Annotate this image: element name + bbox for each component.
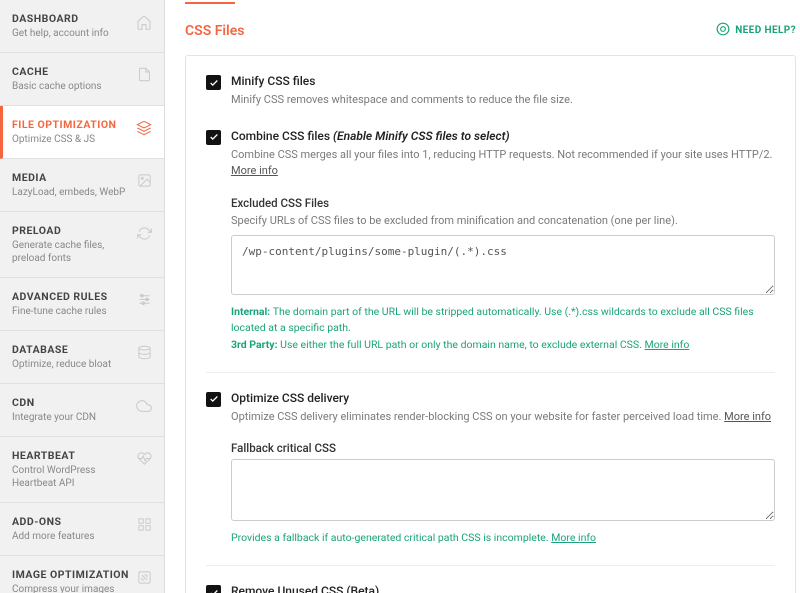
sidebar-item-addons[interactable]: ADD-ONS Add more features [0,503,164,556]
document-icon [137,67,152,85]
compress-icon [137,570,152,588]
css-settings-card: Minify CSS files Minify CSS removes whit… [185,55,796,593]
sidebar-item-advanced-rules[interactable]: ADVANCED RULES Fine-tune cache rules [0,278,164,331]
fallback-css-textarea[interactable] [231,459,775,521]
optimize-css-field: Optimize CSS delivery Optimize CSS deliv… [206,391,775,547]
section-title: CSS Files [185,23,244,39]
sidebar-item-sub: Generate cache files, preload fonts [12,239,131,265]
optimize-css-checkbox[interactable] [206,392,221,407]
divider [206,565,775,566]
fallback-more-info-link[interactable]: More info [551,531,596,544]
sidebar-item-sub: Control WordPress Heartbeat API [12,464,131,490]
need-help-link[interactable]: NEED HELP? [716,22,796,39]
remove-unused-css-field: Remove Unused CSS (Beta) Removes unused … [206,584,775,593]
sidebar-item-heartbeat[interactable]: HEARTBEAT Control WordPress Heartbeat AP… [0,437,164,503]
main-content: CSS Files NEED HELP? Minify CSS files Mi… [165,0,800,593]
sidebar: DASHBOARD Get help, account info CACHE B… [0,0,165,593]
refresh-icon [137,226,152,244]
combine-css-desc: Combine CSS merges all your files into 1… [231,147,775,180]
sidebar-item-title: PRELOAD [12,224,131,237]
excluded-css-hint: Internal: The domain part of the URL wil… [231,304,775,354]
minify-css-desc: Minify CSS removes whitespace and commen… [231,92,775,109]
minify-css-label: Minify CSS files [231,74,775,88]
sidebar-item-title: ADD-ONS [12,515,131,528]
divider [206,372,775,373]
sidebar-item-sub: Optimize, reduce bloat [12,358,131,371]
heart-icon [137,451,152,469]
sidebar-item-preload[interactable]: PRELOAD Generate cache files, preload fo… [0,212,164,278]
sliders-icon [137,292,152,310]
home-icon [136,14,152,33]
sidebar-item-sub: LazyLoad, embeds, WebP [12,186,131,199]
excluded-hint-more-link[interactable]: More info [645,338,690,351]
sidebar-item-title: IMAGE OPTIMIZATION [12,568,131,581]
minify-css-field: Minify CSS files Minify CSS removes whit… [206,74,775,109]
combine-css-checkbox[interactable] [206,130,221,145]
excluded-css-textarea[interactable] [231,235,775,295]
need-help-label: NEED HELP? [735,25,796,36]
sidebar-item-title: MEDIA [12,171,131,184]
sidebar-item-database[interactable]: DATABASE Optimize, reduce bloat [0,331,164,384]
excluded-css-desc: Specify URLs of CSS files to be excluded… [231,214,775,227]
sidebar-item-title: DASHBOARD [12,12,130,25]
sidebar-item-sub: Compress your images [12,583,131,593]
image-icon [137,173,152,191]
fallback-css-hint: Provides a fallback if auto-generated cr… [231,530,775,547]
excluded-css-label: Excluded CSS Files [231,196,775,210]
sidebar-item-file-optimization[interactable]: FILE OPTIMIZATION Optimize CSS & JS [0,106,164,159]
fallback-css-label: Fallback critical CSS [231,441,775,455]
accent-line [185,2,235,4]
cloud-icon [136,398,152,417]
combine-css-field: Combine CSS files (Enable Minify CSS fil… [206,129,775,354]
combine-more-info-link[interactable]: More info [231,164,278,177]
sidebar-item-cdn[interactable]: CDN Integrate your CDN [0,384,164,437]
remove-unused-css-label: Remove Unused CSS (Beta) [231,584,775,593]
sidebar-item-cache[interactable]: CACHE Basic cache options [0,53,164,106]
sidebar-item-sub: Basic cache options [12,80,131,93]
sidebar-item-title: DATABASE [12,343,131,356]
sidebar-item-title: HEARTBEAT [12,449,131,462]
sidebar-item-title: CDN [12,396,130,409]
optimize-more-info-link[interactable]: More info [724,410,771,423]
sidebar-item-dashboard[interactable]: DASHBOARD Get help, account info [0,0,164,53]
sidebar-item-title: ADVANCED RULES [12,290,131,303]
sidebar-item-image-optimization[interactable]: IMAGE OPTIMIZATION Compress your images [0,556,164,593]
sidebar-item-sub: Get help, account info [12,27,130,40]
remove-unused-css-checkbox[interactable] [206,585,221,593]
layers-icon [136,120,152,139]
help-icon [716,22,730,39]
minify-css-checkbox[interactable] [206,75,221,90]
sidebar-item-title: FILE OPTIMIZATION [12,118,130,131]
optimize-css-desc: Optimize CSS delivery eliminates render-… [231,409,775,426]
combine-css-label: Combine CSS files (Enable Minify CSS fil… [231,129,775,143]
database-icon [137,345,152,363]
sidebar-item-sub: Add more features [12,530,131,543]
sidebar-item-sub: Optimize CSS & JS [12,133,130,146]
sidebar-item-sub: Fine-tune cache rules [12,305,131,318]
sidebar-item-sub: Integrate your CDN [12,411,130,424]
addon-icon [137,517,152,535]
sidebar-item-media[interactable]: MEDIA LazyLoad, embeds, WebP [0,159,164,212]
optimize-css-label: Optimize CSS delivery [231,391,775,405]
sidebar-item-title: CACHE [12,65,131,78]
